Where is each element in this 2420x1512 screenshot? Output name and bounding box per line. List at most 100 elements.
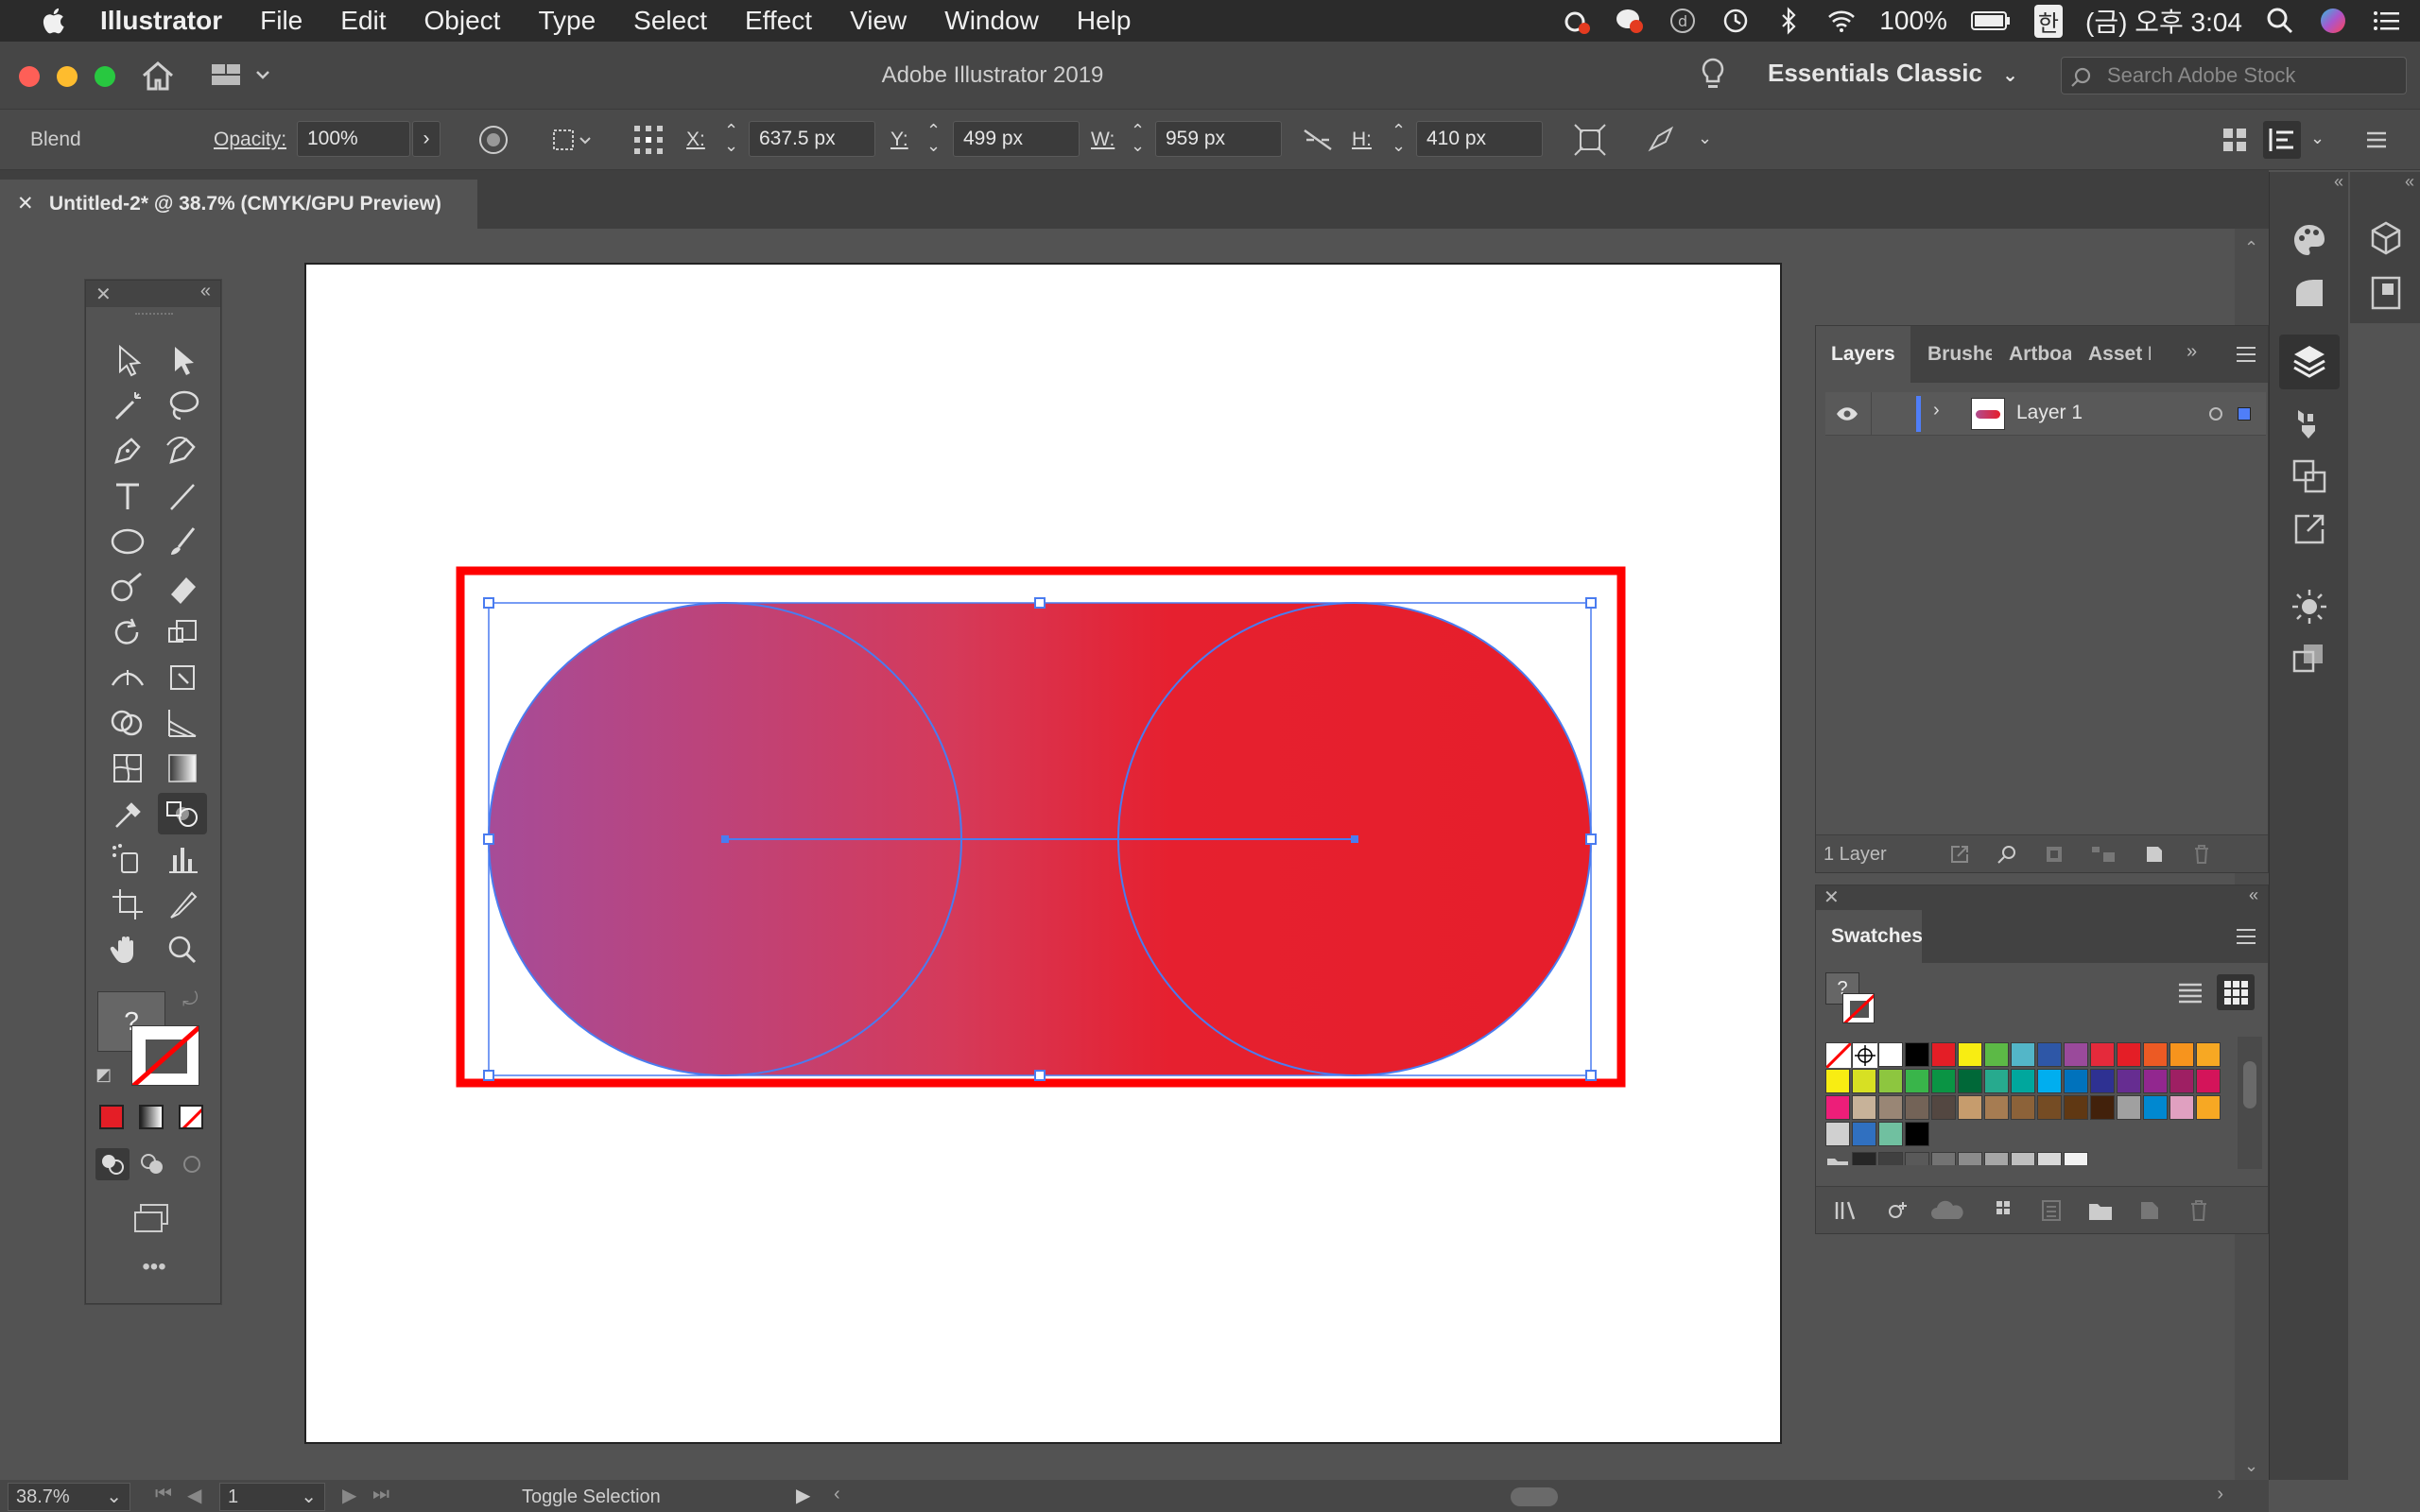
color-swatch[interactable] <box>1878 1069 1903 1093</box>
swatch-options-icon[interactable] <box>2039 1198 2064 1223</box>
time-machine-icon[interactable] <box>1720 6 1751 36</box>
lightbulb-icon[interactable] <box>1698 57 1728 94</box>
selection-indicator[interactable] <box>2238 407 2251 421</box>
color-swatch[interactable] <box>2064 1095 2088 1120</box>
first-artboard-icon[interactable]: ⏮ <box>155 1484 172 1505</box>
color-swatch[interactable] <box>2143 1069 2168 1093</box>
input-source-indicator[interactable]: 한 <box>2033 4 2064 38</box>
color-swatch[interactable] <box>2037 1069 2062 1093</box>
selection-tool[interactable] <box>103 339 152 381</box>
tab-artboards[interactable]: Artboa <box>1994 326 2071 383</box>
gradient-mode-button[interactable] <box>139 1105 164 1129</box>
doc-info-icon[interactable] <box>2365 272 2407 314</box>
properties-toggle-button[interactable] <box>2263 121 2301 159</box>
notification-center-icon[interactable] <box>2371 6 2401 36</box>
apple-icon[interactable] <box>36 6 74 36</box>
color-swatch[interactable] <box>2090 1069 2115 1093</box>
color-group-folder-icon[interactable] <box>1825 1152 1850 1165</box>
eyedropper-tool[interactable] <box>103 793 152 834</box>
color-swatch[interactable] <box>2117 1095 2141 1120</box>
grayscale-swatch[interactable] <box>1931 1152 1956 1165</box>
scroll-right-icon[interactable]: › <box>2217 1484 2223 1505</box>
isolate-object-icon[interactable] <box>1645 123 1679 157</box>
creative-cloud-icon[interactable] <box>1562 6 1592 36</box>
grayscale-swatch[interactable] <box>1878 1152 1903 1165</box>
menu-effect[interactable]: Effect <box>726 6 831 36</box>
layer-name[interactable]: Layer 1 <box>2016 402 2083 424</box>
perspective-grid-tool[interactable] <box>158 702 207 744</box>
status-menu-arrow-icon[interactable]: ▶ <box>796 1484 810 1507</box>
artboard-number-field[interactable]: 1 ⌄ <box>219 1483 325 1511</box>
artwork-canvas[interactable] <box>306 265 1784 1446</box>
zoom-chevron-icon[interactable]: ⌄ <box>106 1484 122 1510</box>
delete-swatch-icon[interactable] <box>2187 1198 2211 1223</box>
swatch-libraries-menu-icon[interactable] <box>1833 1198 1861 1223</box>
color-swatch[interactable] <box>2117 1042 2141 1067</box>
grayscale-swatch[interactable] <box>2064 1152 2088 1165</box>
handle-bottom-middle[interactable] <box>1034 1070 1046 1081</box>
menu-type[interactable]: Type <box>519 6 614 36</box>
search-adobe-stock-input[interactable]: Search Adobe Stock <box>2061 57 2407 94</box>
delete-layer-icon[interactable] <box>2190 843 2213 866</box>
workspace-switcher[interactable]: Essentials Classic ⌄ <box>1768 59 2018 88</box>
siri-icon[interactable] <box>2318 6 2348 36</box>
lasso-tool[interactable] <box>158 385 207 426</box>
color-swatch[interactable] <box>2090 1095 2115 1120</box>
color-swatch[interactable] <box>1905 1042 1929 1067</box>
color-swatch[interactable] <box>2169 1095 2194 1120</box>
target-layer-icon[interactable] <box>2209 407 2222 421</box>
handle-top-right[interactable] <box>1585 597 1597 609</box>
horizontal-scrollbar[interactable]: ‹ › <box>830 1482 2229 1510</box>
color-swatch[interactable] <box>1878 1122 1903 1146</box>
color-swatch[interactable] <box>1931 1069 1956 1093</box>
blend-tool[interactable] <box>158 793 207 834</box>
rotate-tool[interactable] <box>103 611 152 653</box>
make-clipping-mask-icon[interactable] <box>2043 843 2066 866</box>
artboard-tool[interactable] <box>103 884 152 925</box>
draw-behind-button[interactable] <box>135 1148 169 1180</box>
scroll-up-icon[interactable]: ⌃ <box>2244 238 2258 258</box>
isolate-dropdown-chevron-icon[interactable]: ⌄ <box>1698 129 1712 148</box>
grayscale-swatch[interactable] <box>1905 1152 1929 1165</box>
status-text[interactable]: Toggle Selection <box>522 1486 661 1508</box>
menu-app-name[interactable]: Illustrator <box>100 6 241 36</box>
color-swatch[interactable] <box>1852 1122 1876 1146</box>
visibility-eye-icon[interactable] <box>1835 404 1859 424</box>
transform-icon[interactable] <box>1573 123 1607 157</box>
constrain-proportions-icon[interactable] <box>1301 123 1335 157</box>
curvature-tool[interactable] <box>158 430 207 472</box>
color-swatch[interactable] <box>1931 1042 1956 1067</box>
handle-bottom-right[interactable] <box>1585 1070 1597 1081</box>
grayscale-swatch[interactable] <box>2011 1152 2035 1165</box>
grayscale-swatch[interactable] <box>1958 1152 1982 1165</box>
reference-point-icon[interactable] <box>631 123 666 157</box>
grayscale-swatch[interactable] <box>1852 1152 1876 1165</box>
tools-panel-header[interactable]: ✕ « <box>86 281 220 307</box>
pen-tool[interactable] <box>103 430 152 472</box>
stroke-swatch[interactable] <box>131 1025 199 1086</box>
mesh-tool[interactable] <box>103 747 152 789</box>
scale-tool[interactable] <box>158 611 207 653</box>
3d-cube-icon[interactable] <box>2365 217 2407 259</box>
artboard[interactable] <box>304 263 1782 1444</box>
color-swatch[interactable] <box>1905 1069 1929 1093</box>
recolor-artwork-icon[interactable] <box>476 123 510 157</box>
zoom-tool[interactable] <box>158 929 207 971</box>
spine-anchor-start[interactable] <box>721 835 729 843</box>
close-panel-icon[interactable]: ✕ <box>95 283 112 306</box>
opacity-arrow-button[interactable]: › <box>412 121 441 157</box>
list-view-icon[interactable] <box>2175 978 2205 1006</box>
handle-top-left[interactable] <box>483 597 494 609</box>
width-input[interactable]: 959 px <box>1155 121 1282 157</box>
new-swatch-icon[interactable] <box>2137 1198 2162 1223</box>
document-tab[interactable]: ✕ Untitled-2* @ 38.7% (CMYK/GPU Preview) <box>0 180 477 229</box>
tab-layers[interactable]: Layers <box>1816 326 1910 383</box>
menu-window[interactable]: Window <box>925 6 1058 36</box>
d-app-icon[interactable]: d <box>1668 6 1698 36</box>
more-tabs-icon[interactable]: » <box>2187 341 2197 363</box>
layer-row[interactable]: › Layer 1 <box>1825 392 2266 436</box>
color-mode-button[interactable] <box>99 1105 124 1129</box>
opacity-input[interactable]: 100% <box>297 121 410 157</box>
gradient-panel-icon[interactable] <box>2289 272 2330 314</box>
color-swatch[interactable] <box>1958 1042 1982 1067</box>
